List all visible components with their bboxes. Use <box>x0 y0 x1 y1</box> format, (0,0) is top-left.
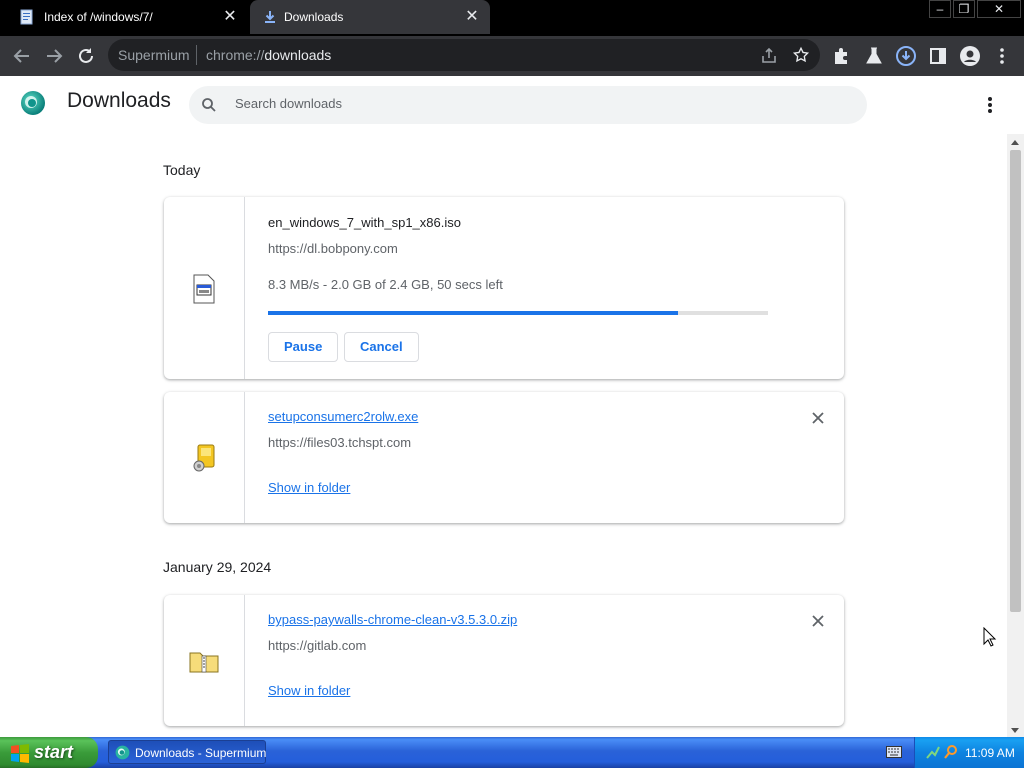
download-status: 8.3 MB/s - 2.0 GB of 2.4 GB, 50 secs lef… <box>268 277 503 292</box>
download-indicator-icon[interactable] <box>894 44 918 68</box>
iso-file-icon <box>193 274 215 304</box>
download-item: setupconsumerc2rolw.exe https://files03.… <box>164 392 844 523</box>
search-icon <box>202 98 216 112</box>
site-chip[interactable]: Supermium <box>118 47 190 63</box>
system-tray: 11:09 AM <box>914 737 1024 768</box>
download-icon <box>265 11 275 23</box>
downloads-list: Today en_windows_7_with_sp1_x86.iso http… <box>0 134 1007 737</box>
side-panel-icon[interactable] <box>926 44 950 68</box>
taskbar: start Downloads - Supermium 11:09 AM <box>0 737 1024 768</box>
downloads-toolbar: Downloads <box>0 76 1024 134</box>
windows-logo-icon <box>11 744 29 763</box>
file-name-link[interactable]: bypass-paywalls-chrome-clean-v3.5.3.0.zi… <box>268 612 517 627</box>
download-item: bypass-paywalls-chrome-clean-v3.5.3.0.zi… <box>164 595 844 726</box>
scroll-up-arrow-icon[interactable] <box>1011 140 1019 145</box>
browser-menu-icon[interactable] <box>990 44 1014 68</box>
share-icon[interactable] <box>760 47 778 65</box>
file-name-link[interactable]: setupconsumerc2rolw.exe <box>268 409 418 424</box>
close-tab-icon[interactable]: ✕ <box>464 9 480 25</box>
omnibox-divider <box>196 45 197 65</box>
page-scrollbar[interactable] <box>1007 134 1024 737</box>
scroll-down-arrow-icon[interactable] <box>1011 728 1019 733</box>
close-tab-icon[interactable]: ✕ <box>222 9 238 25</box>
file-icon-column <box>164 595 245 726</box>
remove-from-list-icon[interactable] <box>808 611 828 631</box>
address-bar[interactable]: Supermium chrome://downloads <box>108 39 820 71</box>
tab-index-of-windows-7[interactable]: Index of /windows/7/ ✕ <box>0 0 248 34</box>
close-window-button[interactable]: ✕ <box>977 0 1021 18</box>
network-icon[interactable] <box>925 744 941 760</box>
supermium-logo-icon <box>21 91 45 115</box>
installer-icon <box>193 444 215 472</box>
url-text[interactable]: chrome://downloads <box>206 47 331 63</box>
browser-toolbar: Supermium chrome://downloads <box>0 36 1024 76</box>
mouse-cursor-icon <box>983 627 997 647</box>
page-title: Downloads <box>67 89 171 112</box>
pause-button[interactable]: Pause <box>268 332 339 362</box>
keyboard-icon[interactable] <box>886 746 902 758</box>
show-in-folder-link[interactable]: Show in folder <box>268 480 350 495</box>
url-scheme: chrome:// <box>206 47 265 63</box>
start-label: start <box>34 742 74 762</box>
zip-folder-icon <box>189 652 219 673</box>
tab-title: Index of /windows/7/ <box>44 10 153 24</box>
file-icon-column <box>164 197 245 379</box>
url-host: downloads <box>264 47 332 63</box>
search-box[interactable] <box>189 86 867 124</box>
profile-avatar-icon[interactable] <box>958 44 982 68</box>
scrollbar-thumb[interactable] <box>1010 150 1021 612</box>
show-in-folder-link[interactable]: Show in folder <box>268 683 350 698</box>
minimize-button[interactable]: – <box>929 0 951 18</box>
supermium-logo-icon <box>115 745 130 760</box>
section-date: Today <box>163 162 201 178</box>
tab-downloads[interactable]: Downloads ✕ <box>250 0 490 34</box>
extensions-puzzle-icon[interactable] <box>830 44 854 68</box>
bookmark-star-icon[interactable] <box>792 46 810 64</box>
section-date: January 29, 2024 <box>163 559 272 575</box>
download-item: en_windows_7_with_sp1_x86.iso https://dl… <box>164 197 844 379</box>
document-icon <box>20 9 33 25</box>
remove-from-list-icon[interactable] <box>808 408 828 428</box>
tab-title: Downloads <box>284 10 344 24</box>
file-icon-column <box>164 392 245 523</box>
file-source-url[interactable]: https://dl.bobpony.com <box>268 241 398 256</box>
labs-flask-icon[interactable] <box>862 44 886 68</box>
back-icon[interactable] <box>10 44 34 68</box>
search-tray-icon[interactable] <box>943 744 959 760</box>
more-actions-icon[interactable] <box>980 94 1000 116</box>
download-progress-bar <box>268 311 768 315</box>
file-source-url[interactable]: https://gitlab.com <box>268 638 366 653</box>
clock: 11:09 AM <box>965 746 1015 760</box>
search-input[interactable] <box>233 95 837 112</box>
start-button[interactable]: start <box>0 737 98 768</box>
file-name: en_windows_7_with_sp1_x86.iso <box>268 215 461 230</box>
taskbar-item-label: Downloads - Supermium <box>135 746 267 760</box>
file-source-url[interactable]: https://files03.tchspt.com <box>268 435 411 450</box>
progress-fill <box>268 311 678 315</box>
restore-button[interactable]: ❐ <box>953 0 975 18</box>
taskbar-item-downloads[interactable]: Downloads - Supermium <box>108 740 266 764</box>
forward-icon[interactable] <box>42 44 66 68</box>
tab-strip: Index of /windows/7/ ✕ Downloads ✕ – ❐ ✕ <box>0 0 1024 36</box>
cancel-button[interactable]: Cancel <box>344 332 419 362</box>
reload-icon[interactable] <box>74 44 98 68</box>
